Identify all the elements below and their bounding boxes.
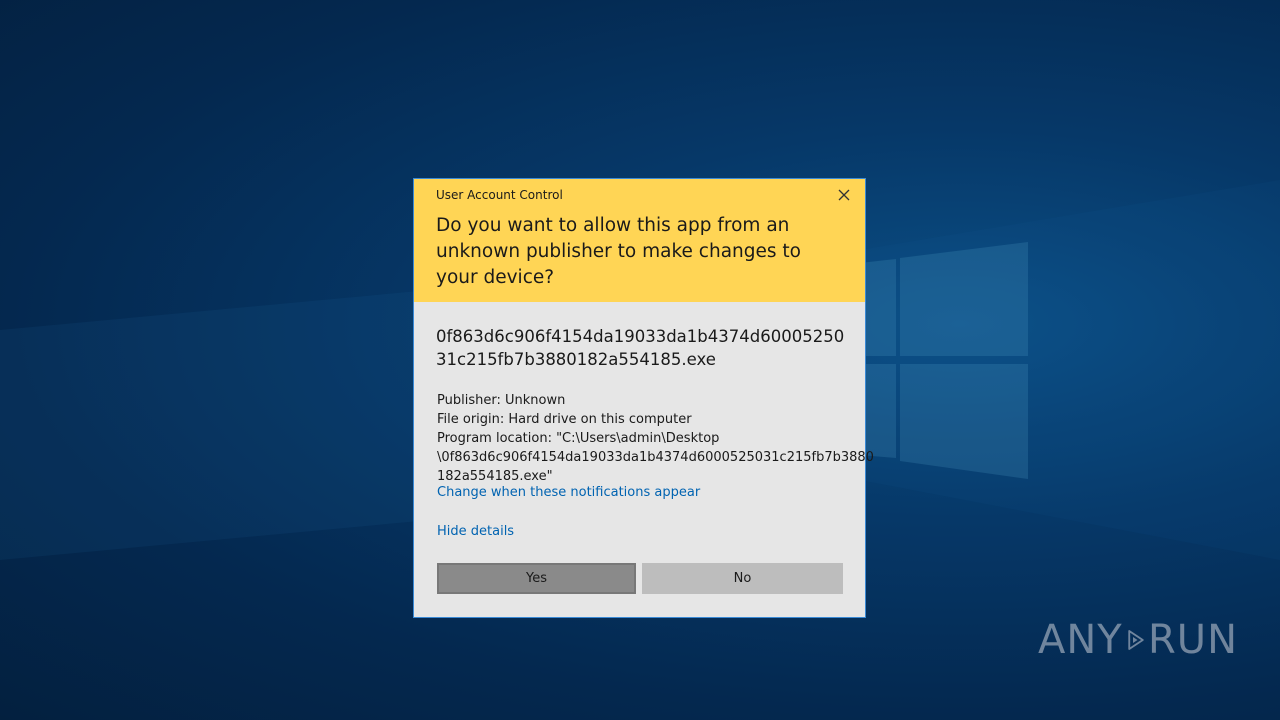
uac-body: 0f863d6c906f4154da19033da1b4374d60005250… xyxy=(414,302,874,618)
close-icon xyxy=(838,189,850,201)
watermark-right-text: RUN xyxy=(1148,617,1238,663)
watermark-left-text: ANY xyxy=(1038,617,1123,663)
dialog-title: User Account Control xyxy=(436,188,563,202)
yes-button[interactable]: Yes xyxy=(437,563,636,594)
details-section: Publisher: Unknown File origin: Hard dri… xyxy=(437,391,874,486)
uac-question: Do you want to allow this app from an un… xyxy=(436,215,801,288)
play-icon xyxy=(1128,630,1144,650)
program-location-text: Program location: "C:\Users\admin\Deskto… xyxy=(437,431,874,484)
change-notifications-link[interactable]: Change when these notifications appear xyxy=(437,485,700,500)
windows-logo xyxy=(860,242,1028,479)
uac-header: User Account Control Do you want to allo… xyxy=(414,179,865,302)
file-origin-text: File origin: Hard drive on this computer xyxy=(437,412,692,427)
anyrun-watermark: ANY RUN xyxy=(1038,608,1238,672)
no-button[interactable]: No xyxy=(642,563,843,594)
close-button[interactable] xyxy=(829,183,859,207)
program-name: 0f863d6c906f4154da19033da1b4374d60005250… xyxy=(436,327,845,369)
uac-dialog: User Account Control Do you want to allo… xyxy=(413,178,874,618)
hide-details-link[interactable]: Hide details xyxy=(437,524,514,539)
publisher-text: Publisher: Unknown xyxy=(437,393,566,408)
